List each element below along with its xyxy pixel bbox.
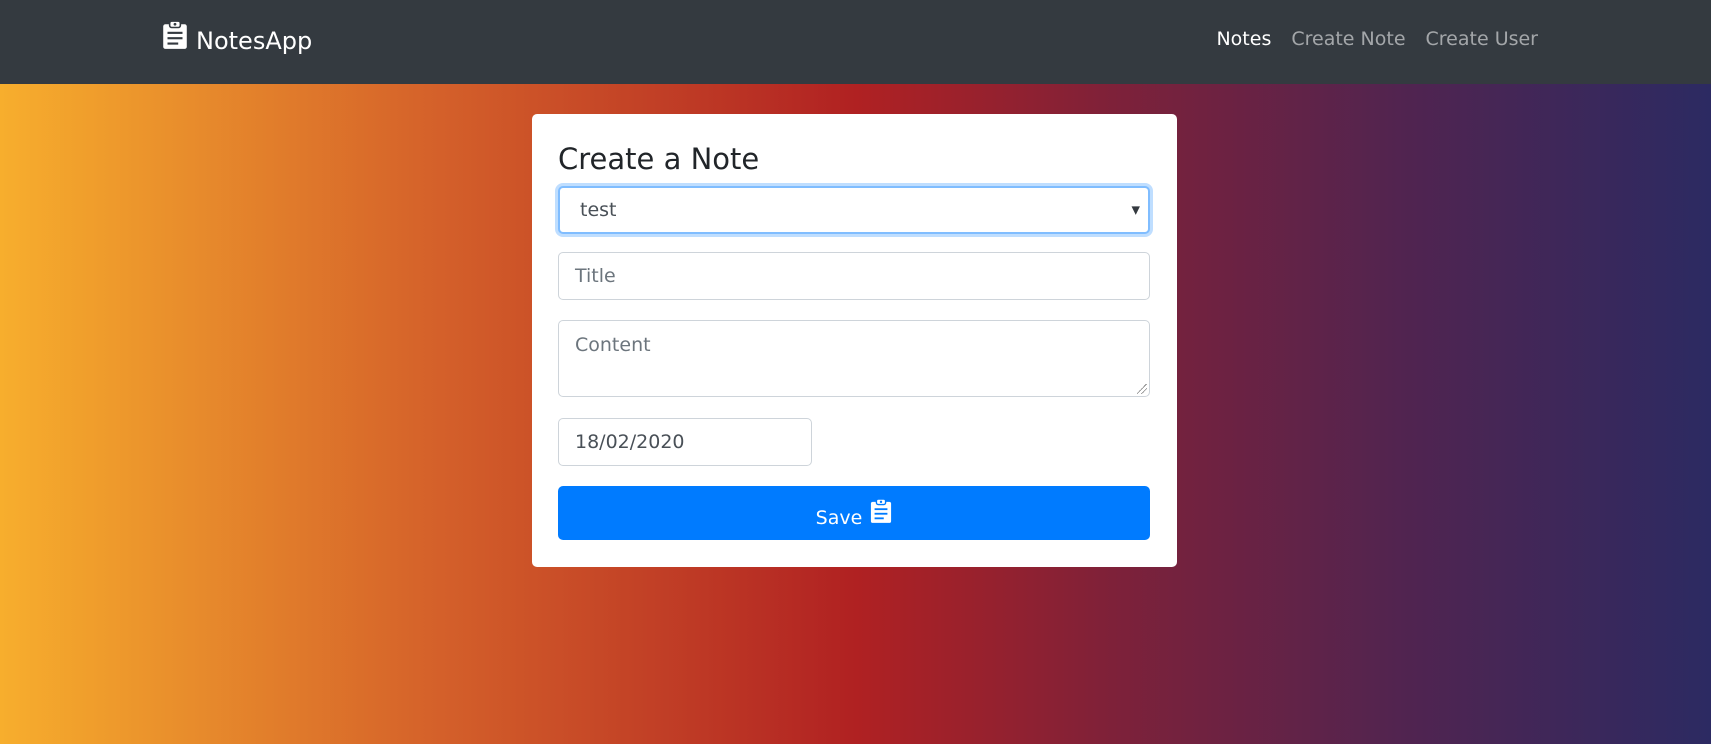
content-placeholder: Content — [575, 334, 651, 356]
card-title: Create a Note — [558, 142, 760, 176]
navbar: NotesApp Notes Create Note Create User — [0, 0, 1711, 84]
resize-handle-icon[interactable] — [1137, 384, 1147, 394]
create-note-card: Create a Note test ▼ Title Content 18/02… — [532, 114, 1177, 567]
clipboard-icon — [163, 20, 187, 49]
brand-label: NotesApp — [196, 27, 313, 55]
clipboard-icon — [871, 498, 892, 523]
user-select[interactable]: test ▼ — [558, 186, 1150, 234]
content-textarea[interactable]: Content — [558, 320, 1150, 397]
title-input[interactable]: Title — [558, 252, 1150, 300]
nav-link-create-user[interactable]: Create User — [1426, 26, 1538, 52]
title-placeholder: Title — [575, 265, 616, 287]
user-select-value: test — [580, 199, 617, 221]
save-button-label: Save — [815, 507, 863, 529]
nav-link-notes[interactable]: Notes — [1216, 26, 1271, 52]
save-button[interactable]: Save — [558, 486, 1150, 540]
date-value: 18/02/2020 — [575, 431, 685, 453]
chevron-down-icon: ▼ — [1131, 203, 1140, 217]
date-picker-input[interactable]: 18/02/2020 — [558, 418, 812, 466]
nav-links: Notes Create Note Create User — [1216, 26, 1538, 52]
nav-link-create-note[interactable]: Create Note — [1291, 26, 1405, 52]
brand[interactable]: NotesApp — [162, 20, 312, 56]
